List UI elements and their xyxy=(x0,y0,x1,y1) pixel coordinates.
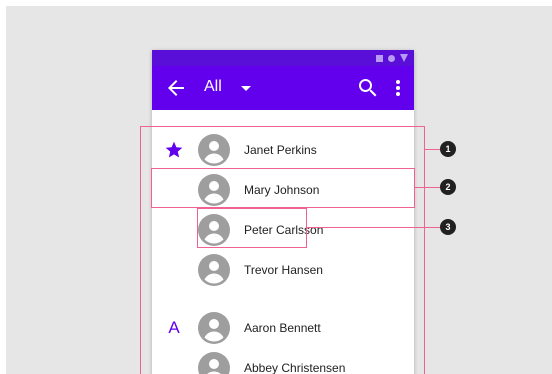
square-icon xyxy=(376,54,383,62)
annotation-box-3 xyxy=(197,208,307,248)
annotation-badge-3: 3 xyxy=(440,219,456,235)
triangle-icon xyxy=(400,54,408,62)
annotation-leader-3 xyxy=(307,227,440,228)
caret-down-icon[interactable] xyxy=(236,78,256,98)
arrow-back-icon[interactable] xyxy=(164,76,188,100)
annotation-box-2 xyxy=(151,168,415,208)
annotation-badge-1: 1 xyxy=(440,141,456,157)
status-bar xyxy=(152,50,414,66)
annotation-leader-2 xyxy=(415,187,440,188)
app-bar-title[interactable]: All xyxy=(204,78,222,96)
annotation-box-1 xyxy=(140,126,425,374)
status-icons xyxy=(376,54,408,62)
circle-icon xyxy=(388,54,395,62)
search-icon[interactable] xyxy=(356,76,380,100)
top-app-bar: All xyxy=(152,66,414,110)
more-vert-icon[interactable] xyxy=(388,76,408,100)
annotation-leader-1 xyxy=(425,149,440,150)
annotation-badge-2: 2 xyxy=(440,179,456,195)
canvas: All Janet Perkins Mary Johnson Peter Car… xyxy=(6,6,552,374)
